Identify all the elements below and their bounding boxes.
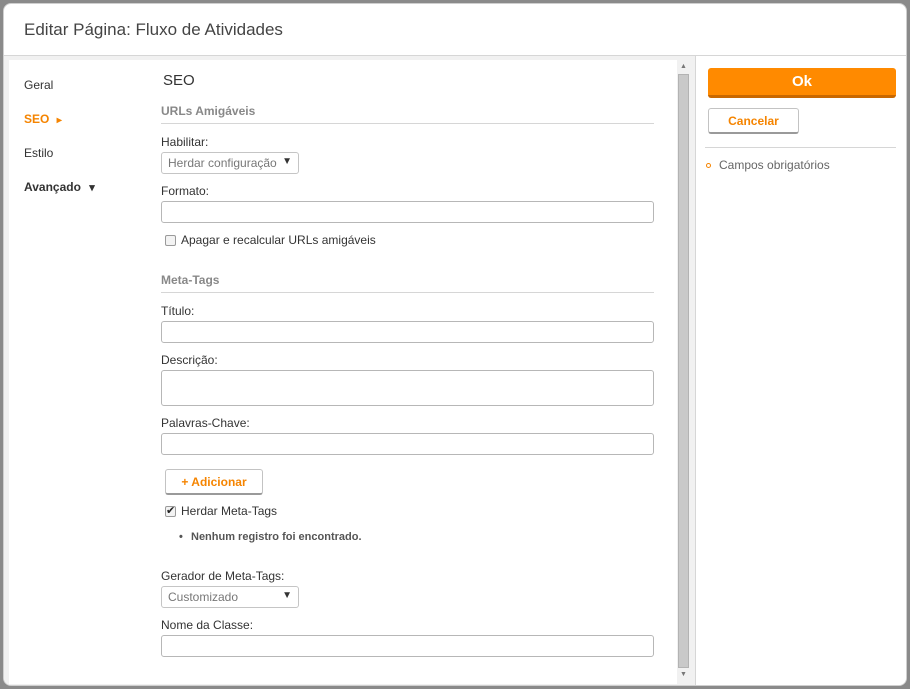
nav-item-geral[interactable]: Geral <box>24 78 53 92</box>
generator-label: Gerador de Meta-Tags: <box>161 569 285 583</box>
recalc-urls-label: Apagar e recalcular URLs amigáveis <box>181 233 376 247</box>
class-name-input[interactable] <box>161 635 654 657</box>
generator-select[interactable]: Customizado ▼ <box>161 586 299 608</box>
inherit-meta-tags-label: Herdar Meta-Tags <box>181 504 278 518</box>
dialog-title: Editar Página: Fluxo de Atividades <box>24 19 283 39</box>
class-name-label: Nome da Classe: <box>161 618 254 632</box>
nav-item-label: Avançado <box>24 180 81 194</box>
dialog-body: Geral SEO ▸ Estilo Avançado ▾ SEO URLs A… <box>4 56 906 685</box>
enable-label: Habilitar: <box>161 135 209 149</box>
required-fields-note: Campos obrigatórios <box>706 158 830 172</box>
vertical-scrollbar[interactable]: ▲ ▼ <box>677 60 690 684</box>
description-label: Descrição: <box>161 353 218 367</box>
nav-item-label: Estilo <box>24 146 54 160</box>
chevron-down-icon: ▾ <box>89 182 95 194</box>
nav-item-avancado[interactable]: Avançado ▾ <box>24 180 95 194</box>
required-fields-label: Campos obrigatórios <box>719 158 830 172</box>
divider <box>705 147 896 148</box>
checkbox-icon <box>165 234 176 246</box>
required-marker-icon <box>706 162 711 168</box>
ok-button[interactable]: Ok <box>708 68 896 98</box>
dialog-header: Editar Página: Fluxo de Atividades <box>4 4 906 56</box>
enable-select-value: Herdar configuração <box>168 156 277 170</box>
cancel-button[interactable]: Cancelar <box>708 108 799 134</box>
nav-item-estilo[interactable]: Estilo <box>24 146 53 160</box>
format-input[interactable] <box>161 201 654 223</box>
form-pane: Geral SEO ▸ Estilo Avançado ▾ SEO URLs A… <box>9 60 690 684</box>
description-textarea[interactable] <box>161 370 654 406</box>
caret-down-icon: ▼ <box>282 590 292 601</box>
caret-down-icon: ▼ <box>282 156 292 167</box>
actions-pane: Ok Cancelar Campos obrigatórios <box>695 56 906 685</box>
empty-message: Nenhum registro foi encontrado. <box>179 531 361 543</box>
format-label: Formato: <box>161 184 210 198</box>
friendly-urls-title: URLs Amigáveis <box>161 104 654 124</box>
meta-tags-title: Meta-Tags <box>161 273 654 293</box>
title-label: Título: <box>161 304 195 318</box>
checkbox-checked-icon <box>165 504 176 517</box>
nav-item-label: Geral <box>24 78 54 92</box>
section-title: SEO <box>163 72 195 89</box>
enable-select[interactable]: Herdar configuração ▼ <box>161 152 299 174</box>
generator-select-value: Customizado <box>168 590 239 604</box>
scroll-up-icon[interactable]: ▲ <box>680 63 687 70</box>
inherit-meta-tags-checkbox[interactable]: Herdar Meta-Tags <box>165 504 277 518</box>
title-input[interactable] <box>161 321 654 343</box>
add-button[interactable]: + Adicionar <box>165 469 263 495</box>
recalc-urls-checkbox[interactable]: Apagar e recalcular URLs amigáveis <box>165 233 376 247</box>
arrow-right-icon: ▸ <box>56 115 62 126</box>
nav-item-label: SEO <box>24 112 50 126</box>
nav-item-seo[interactable]: SEO ▸ <box>24 112 62 126</box>
keywords-label: Palavras-Chave: <box>161 416 250 430</box>
scroll-down-icon[interactable]: ▼ <box>680 671 687 678</box>
edit-page-dialog: Editar Página: Fluxo de Atividades Geral… <box>3 3 907 686</box>
keywords-input[interactable] <box>161 433 654 455</box>
scroll-thumb[interactable] <box>678 74 689 668</box>
